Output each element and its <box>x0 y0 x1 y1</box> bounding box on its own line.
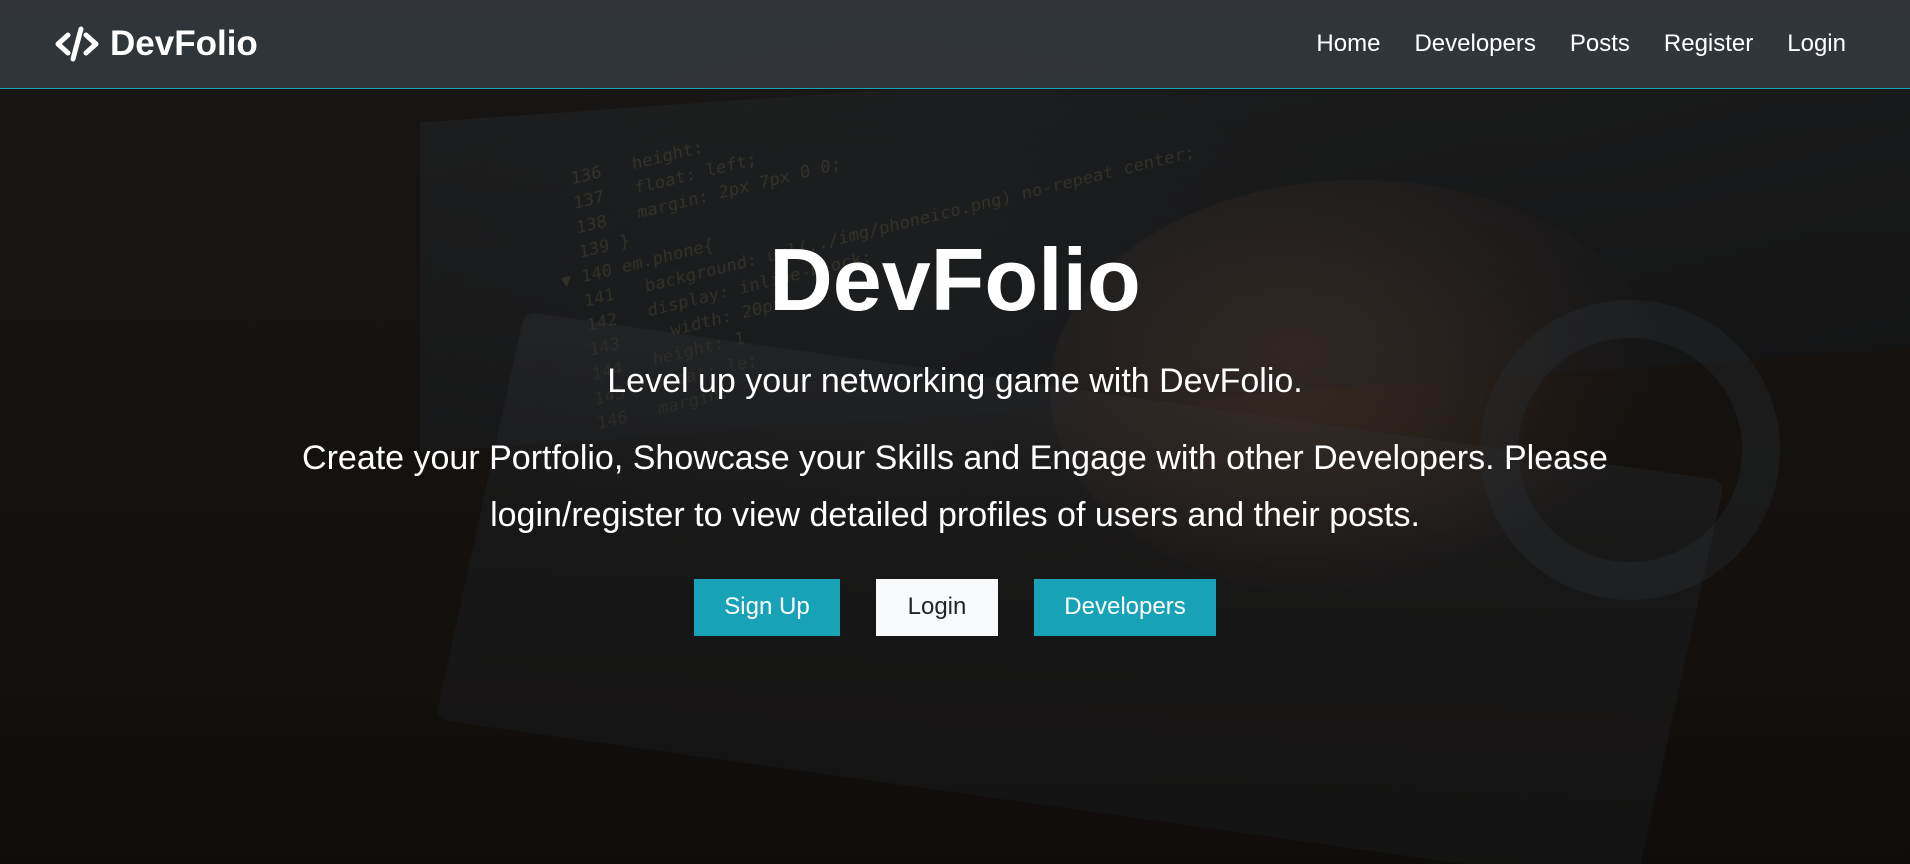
nav-link-home[interactable]: Home <box>1316 30 1380 58</box>
nav-links: Home Developers Posts Register Login <box>1316 30 1846 58</box>
brand-link[interactable]: DevFolio <box>54 24 258 64</box>
brand-name: DevFolio <box>110 24 258 63</box>
navbar: DevFolio Home Developers Posts Register … <box>0 0 1910 89</box>
nav-link-login[interactable]: Login <box>1787 30 1846 58</box>
hero-buttons: Sign Up Login Developers <box>694 578 1216 636</box>
hero-description: Create your Portfolio, Showcase your Ski… <box>302 438 1608 534</box>
code-icon <box>54 26 100 62</box>
page: 136 height: 137 float: left; 138 margin:… <box>0 0 1910 864</box>
nav-link-register[interactable]: Register <box>1664 30 1753 58</box>
hero-title: DevFolio <box>769 230 1141 329</box>
nav-link-posts[interactable]: Posts <box>1570 30 1630 58</box>
nav-link-developers[interactable]: Developers <box>1414 30 1535 58</box>
hero-tagline: Level up your networking game with DevFo… <box>607 361 1303 400</box>
login-button[interactable]: Login <box>876 578 998 636</box>
developers-button[interactable]: Developers <box>1034 578 1216 636</box>
hero-section: DevFolio Level up your networking game w… <box>0 89 1910 864</box>
sign-up-button[interactable]: Sign Up <box>694 578 840 636</box>
